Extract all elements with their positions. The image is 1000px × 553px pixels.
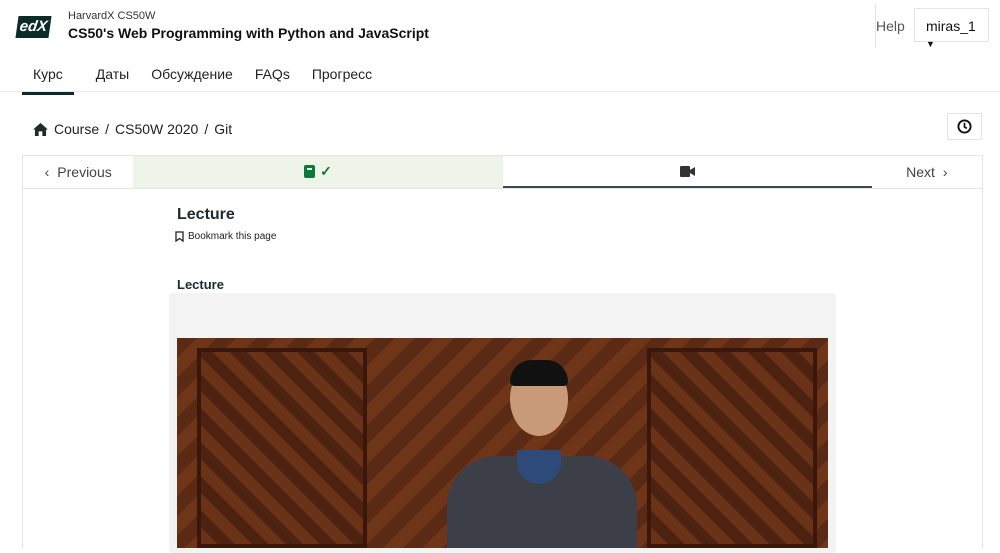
breadcrumb: Course / CS50W 2020 / Git <box>33 121 232 137</box>
username: miras_1 <box>926 18 976 34</box>
clock-icon <box>957 119 972 134</box>
dates-button[interactable] <box>947 113 982 140</box>
previous-label: Previous <box>57 164 112 180</box>
unit-title: Lecture <box>177 206 235 223</box>
sequence-nav: ‹ Previous ✓ Next › <box>22 155 983 189</box>
bookmark-label: Bookmark this page <box>188 231 277 242</box>
course-title: CS50's Web Programming with Python and J… <box>68 25 429 41</box>
breadcrumb-separator: / <box>204 121 209 137</box>
next-button[interactable]: Next › <box>872 156 982 188</box>
book-icon <box>304 164 316 178</box>
tab-course[interactable]: Курс <box>22 66 74 95</box>
breadcrumb-separator: / <box>105 121 110 137</box>
next-label: Next <box>906 164 935 180</box>
help-link[interactable]: Help <box>876 18 905 34</box>
video-camera-icon <box>679 165 695 177</box>
site-header: edX HarvardX CS50W CS50's Web Programmin… <box>0 0 1000 95</box>
bookmark-icon <box>175 231 184 242</box>
course-org: HarvardX CS50W <box>68 10 156 22</box>
tab-dates[interactable]: Даты <box>96 66 129 95</box>
video-player[interactable] <box>177 338 828 548</box>
edx-logo[interactable]: edX <box>15 16 52 38</box>
presenter-hair <box>510 360 568 386</box>
bookmark-button[interactable]: Bookmark this page <box>175 231 276 242</box>
breadcrumb-course[interactable]: Course <box>54 121 99 137</box>
tab-discussion[interactable]: Обсуждение <box>151 66 233 95</box>
course-tabs: Курс Даты Обсуждение FAQs Прогресс <box>22 66 394 95</box>
home-icon <box>33 122 48 136</box>
component-title: Lecture <box>177 277 224 292</box>
tab-progress[interactable]: Прогресс <box>312 66 372 95</box>
chevron-left-icon: ‹ <box>44 164 50 180</box>
unit-tab-video-active[interactable] <box>502 156 872 188</box>
previous-button[interactable]: ‹ Previous <box>23 156 133 188</box>
tab-faqs[interactable]: FAQs <box>255 66 290 95</box>
chevron-down-icon: ▼ <box>926 39 935 49</box>
user-menu-button[interactable]: miras_1 ▼ <box>914 8 989 49</box>
breadcrumb-subsection[interactable]: Git <box>214 121 232 137</box>
breadcrumb-section[interactable]: CS50W 2020 <box>115 121 198 137</box>
check-icon: ✓ <box>320 162 332 179</box>
wood-panel <box>197 348 367 548</box>
chevron-right-icon: › <box>942 164 948 180</box>
wood-panel <box>647 348 817 548</box>
unit-tab-text-complete[interactable]: ✓ <box>133 156 503 188</box>
